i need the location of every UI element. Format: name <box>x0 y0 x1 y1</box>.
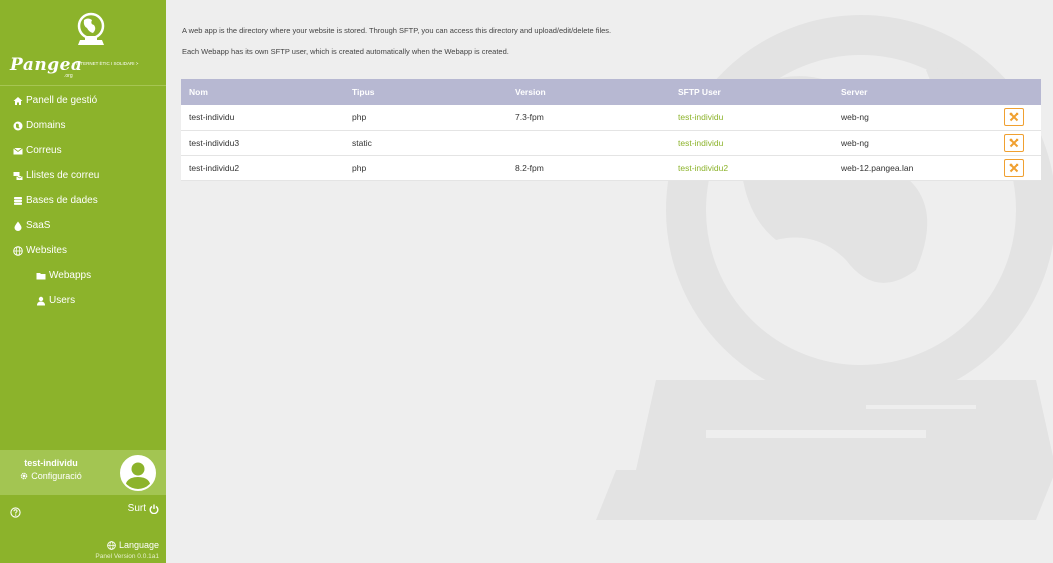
column-header-tipus[interactable]: Tipus <box>344 79 507 105</box>
sidebar-item-label: Panell de gestió <box>26 95 98 106</box>
sidebar-item-webapps[interactable]: Webapps <box>0 263 166 288</box>
column-header-nom[interactable]: Nom <box>181 79 344 105</box>
intro-line-1: A web app is the directory where your we… <box>182 26 612 35</box>
tools-icon <box>1009 163 1019 172</box>
webapps-table: Nom Tipus Version SFTP User Server test-… <box>181 79 1041 181</box>
column-header-version[interactable]: Version <box>507 79 670 105</box>
cell-tipus: php <box>352 112 367 123</box>
column-header-sftp-user[interactable]: SFTP User <box>670 79 833 105</box>
cell-server: web-12.pangea.lan <box>841 162 914 173</box>
sidebar-item-saas[interactable]: SaaS <box>0 213 166 238</box>
logout-label: Surt <box>127 503 146 514</box>
sidebar-menu: Panell de gestió Domains Correus Llistes… <box>0 88 166 313</box>
cell-nom: test-individu <box>189 112 235 123</box>
config-label: Configuració <box>31 471 82 481</box>
brand-tagline: < INTERNET ÈTIC I SOLIDARI > <box>72 61 139 66</box>
database-icon <box>13 196 23 206</box>
cell-actions <box>996 155 1041 180</box>
config-link[interactable]: Configuració <box>0 471 102 481</box>
edit-webapp-button[interactable] <box>1004 108 1024 127</box>
cell-server: web-ng <box>841 112 869 123</box>
cell-sftp-user-link[interactable]: test-individu <box>670 130 833 155</box>
sidebar-item-label: Webapps <box>49 270 92 281</box>
sidebar-item-label: Websites <box>26 245 67 256</box>
cell-version: 7.3-fpm <box>515 112 544 123</box>
table-row: test-individu3 static test-individu web-… <box>181 130 1041 155</box>
user-box: test-individu Configuració <box>0 450 166 495</box>
gear-icon <box>20 472 28 480</box>
cell-actions <box>996 105 1041 130</box>
sidebar-item-users[interactable]: Users <box>0 288 166 313</box>
folder-icon <box>36 271 46 281</box>
user-name: test-individu <box>24 458 78 468</box>
cell-version <box>507 130 670 155</box>
sidebar-item-llistes[interactable]: Llistes de correu <box>0 163 166 188</box>
power-icon <box>149 504 159 514</box>
panel-version: Panel Version 0.0.1a1 <box>95 553 159 560</box>
language-selector[interactable]: Language <box>107 540 159 550</box>
globe-icon <box>107 540 116 550</box>
table-header: Nom Tipus Version SFTP User Server <box>181 79 1041 105</box>
avatar[interactable] <box>120 455 156 491</box>
sidebar-item-label: Bases de dades <box>26 195 98 206</box>
user-icon <box>36 296 46 306</box>
sidebar-item-panell[interactable]: Panell de gestió <box>0 88 166 113</box>
sidebar-item-label: Users <box>49 295 76 306</box>
cell-nom: test-individu3 <box>189 137 240 148</box>
column-header-actions <box>996 79 1041 105</box>
logo[interactable]: Pangea .org < INTERNET ÈTIC I SOLIDARI > <box>0 0 166 86</box>
cell-version: 8.2-fpm <box>515 162 544 173</box>
logout-button[interactable]: Surt <box>128 503 159 514</box>
tools-icon <box>1009 138 1019 147</box>
table-row: test-individu2 php 8.2-fpm test-individu… <box>181 155 1041 180</box>
sidebar-item-correus[interactable]: Correus <box>0 138 166 163</box>
cell-nom: test-individu2 <box>189 162 240 173</box>
cell-tipus: php <box>352 162 367 173</box>
language-label: Language <box>118 540 159 550</box>
avatar-user-icon <box>122 457 154 489</box>
sidebar-item-label: Llistes de correu <box>26 170 100 181</box>
intro-text: A web app is the directory where your we… <box>182 20 611 62</box>
globe-logo-icon <box>77 12 105 45</box>
globe-icon <box>13 245 23 256</box>
sidebar-item-domains[interactable]: Domains <box>0 113 166 138</box>
cell-tipus: static <box>352 137 372 148</box>
globe-circle-icon <box>13 121 23 131</box>
cell-sftp-user-link[interactable]: test-individu2 <box>670 155 833 180</box>
sidebar-item-label: Correus <box>26 145 62 156</box>
help-icon[interactable] <box>10 507 21 518</box>
intro-line-2: Each Webapp has its own SFTP user, which… <box>182 47 509 56</box>
edit-webapp-button[interactable] <box>1004 158 1024 177</box>
tools-icon <box>1009 112 1019 122</box>
sidebar-item-label: SaaS <box>26 220 51 231</box>
cell-server: web-ng <box>841 137 869 148</box>
edit-webapp-button[interactable] <box>1004 133 1024 152</box>
sidebar-item-bases[interactable]: Bases de dades <box>0 188 166 213</box>
mailing-list-icon <box>13 171 23 181</box>
main-content: A web app is the directory where your we… <box>166 0 1053 563</box>
sidebar: Pangea .org < INTERNET ÈTIC I SOLIDARI >… <box>0 0 166 563</box>
cell-actions <box>996 130 1041 155</box>
envelope-icon <box>13 146 23 156</box>
brand-org: .org <box>64 73 73 79</box>
drop-icon <box>13 221 23 231</box>
cell-sftp-user-link[interactable]: test-individu <box>670 105 833 130</box>
sidebar-item-label: Domains <box>26 120 66 131</box>
sidebar-item-websites[interactable]: Websites <box>0 238 166 263</box>
table-row: test-individu php 7.3-fpm test-individu … <box>181 105 1041 130</box>
column-header-server[interactable]: Server <box>833 79 996 105</box>
home-icon <box>13 96 23 106</box>
